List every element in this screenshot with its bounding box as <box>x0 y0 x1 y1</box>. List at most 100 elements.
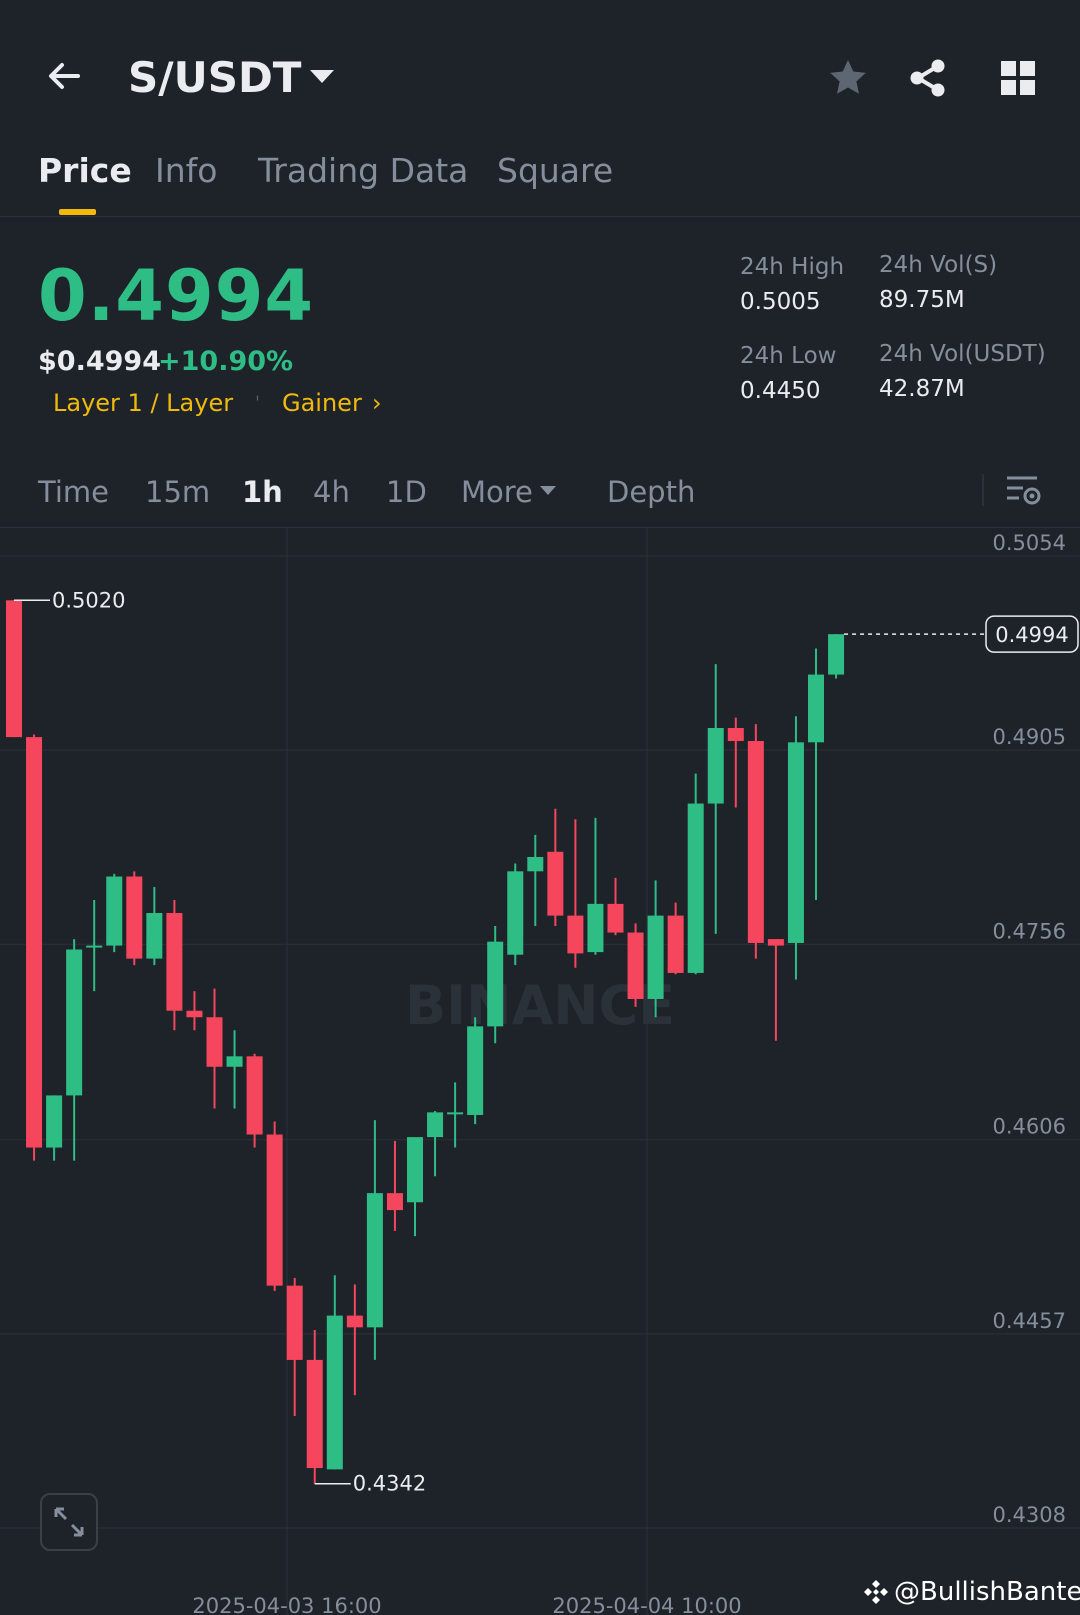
candle-down <box>767 939 784 946</box>
candle-up <box>808 674 824 743</box>
candle-up <box>106 876 123 946</box>
candle-up <box>467 1026 484 1115</box>
interval-1h[interactable]: 1h <box>242 472 283 512</box>
candle-up <box>787 742 804 943</box>
candle-up <box>86 945 103 948</box>
candle-down <box>286 1285 303 1360</box>
candle-down <box>727 727 744 742</box>
candle-down <box>266 1134 283 1286</box>
y-axis-label: 0.5054 <box>993 531 1066 555</box>
high-value: 0.5005 <box>740 289 821 315</box>
back-button[interactable] <box>40 52 88 100</box>
x-axis-label: 2025-04-03 16:00 <box>192 1594 381 1615</box>
y-axis-label: 0.4457 <box>993 1309 1066 1333</box>
interval-time[interactable]: Time <box>38 472 109 512</box>
tag-separator: ˈ <box>255 393 260 414</box>
candle-down <box>206 1017 223 1067</box>
share-button[interactable] <box>906 56 950 100</box>
interval-15m[interactable]: 15m <box>145 472 210 512</box>
caret-down-icon[interactable] <box>540 486 556 495</box>
candle-up <box>647 915 664 1000</box>
chart-settings-button[interactable] <box>1003 470 1043 510</box>
star-icon <box>830 60 866 94</box>
candle-down <box>26 737 43 1148</box>
candle-down <box>607 903 624 933</box>
candle-down <box>386 1193 403 1211</box>
chart-settings-icon <box>1007 476 1041 505</box>
active-tab-indicator <box>59 209 96 215</box>
candle-down <box>346 1315 363 1328</box>
candle-up <box>427 1112 444 1138</box>
candle-up <box>326 1315 343 1470</box>
usd-price: $0.4994 <box>38 346 161 377</box>
candle-up <box>146 913 163 959</box>
x-axis-label: 2025-04-04 10:00 <box>552 1594 741 1615</box>
y-axis-label: 0.4756 <box>993 919 1066 943</box>
gainer-tag[interactable]: Gainer <box>282 386 362 420</box>
candle-down <box>126 876 143 959</box>
candle-up <box>407 1137 423 1203</box>
chevron-right-icon[interactable]: › <box>372 386 382 420</box>
candle-down <box>246 1056 263 1135</box>
high-label: 24h High <box>740 254 845 280</box>
candle-down <box>186 1010 203 1018</box>
share-icon <box>910 59 945 97</box>
current-price-label: 0.4994 <box>995 623 1068 647</box>
expand-icon <box>54 1507 84 1537</box>
vol-s-value: 89.75M <box>879 287 965 313</box>
layout-grid-button[interactable] <box>996 56 1040 100</box>
price-change-percent: +10.90% <box>158 346 294 377</box>
back-arrow-icon <box>49 63 80 89</box>
favorite-button[interactable] <box>826 56 870 100</box>
candle-up <box>366 1193 383 1328</box>
vol-usdt-value: 42.87M <box>879 376 965 402</box>
candle-down <box>6 600 22 738</box>
y-axis-label: 0.4308 <box>993 1503 1066 1527</box>
y-axis-label: 0.4606 <box>993 1115 1066 1139</box>
candle-down <box>667 915 684 973</box>
low-label: 24h Low <box>740 343 837 369</box>
candle-up <box>46 1095 63 1148</box>
binance-logo-icon <box>864 1580 888 1604</box>
candle-up <box>226 1056 243 1067</box>
grid-icon <box>1001 61 1035 95</box>
interval-1d[interactable]: 1D <box>386 472 427 512</box>
candle-up <box>507 871 524 955</box>
candle-up <box>527 856 544 872</box>
candle-up <box>687 803 704 973</box>
candle-down <box>567 915 584 954</box>
tab-divider <box>0 216 1080 217</box>
low-value: 0.4450 <box>740 378 821 404</box>
category-tag[interactable]: Layer 1 / Layer <box>53 386 233 420</box>
candle-up <box>66 949 83 1096</box>
last-price: 0.4994 <box>38 255 315 337</box>
tab-square[interactable]: Square <box>497 148 613 194</box>
candle-down <box>627 932 644 1000</box>
min-price-marker: 0.4342 <box>353 1472 426 1496</box>
vol-usdt-label: 24h Vol(USDT) <box>879 341 1046 367</box>
max-price-marker: 0.5020 <box>52 588 125 612</box>
vol-s-label: 24h Vol(S) <box>879 252 998 278</box>
tab-trading-data[interactable]: Trading Data <box>258 148 468 194</box>
y-axis-label: 0.4905 <box>993 725 1066 749</box>
candle-up <box>828 634 845 675</box>
interval-depth[interactable]: Depth <box>607 472 695 512</box>
candle-up <box>707 727 724 804</box>
caret-down-icon[interactable] <box>310 70 334 83</box>
interval-4h[interactable]: 4h <box>313 472 350 512</box>
candle-down <box>747 741 764 943</box>
interval-divider <box>982 474 984 506</box>
candle-up <box>487 941 504 1027</box>
pair-selector[interactable]: S/USDT <box>128 52 301 104</box>
candle-down <box>166 913 183 1011</box>
candle-up <box>447 1112 464 1115</box>
tab-price[interactable]: Price <box>38 148 132 194</box>
user-watermark: @BullishBanter <box>894 1577 1080 1607</box>
candlestick-chart[interactable]: BINANCE 0.50540.49050.47560.46060.44570.… <box>0 528 1080 1615</box>
interval-more[interactable]: More <box>461 472 533 512</box>
tab-info[interactable]: Info <box>155 148 217 194</box>
candle-up <box>587 903 604 953</box>
fullscreen-button[interactable] <box>40 1493 98 1551</box>
candle-down <box>547 851 564 916</box>
candle-down <box>306 1359 323 1469</box>
